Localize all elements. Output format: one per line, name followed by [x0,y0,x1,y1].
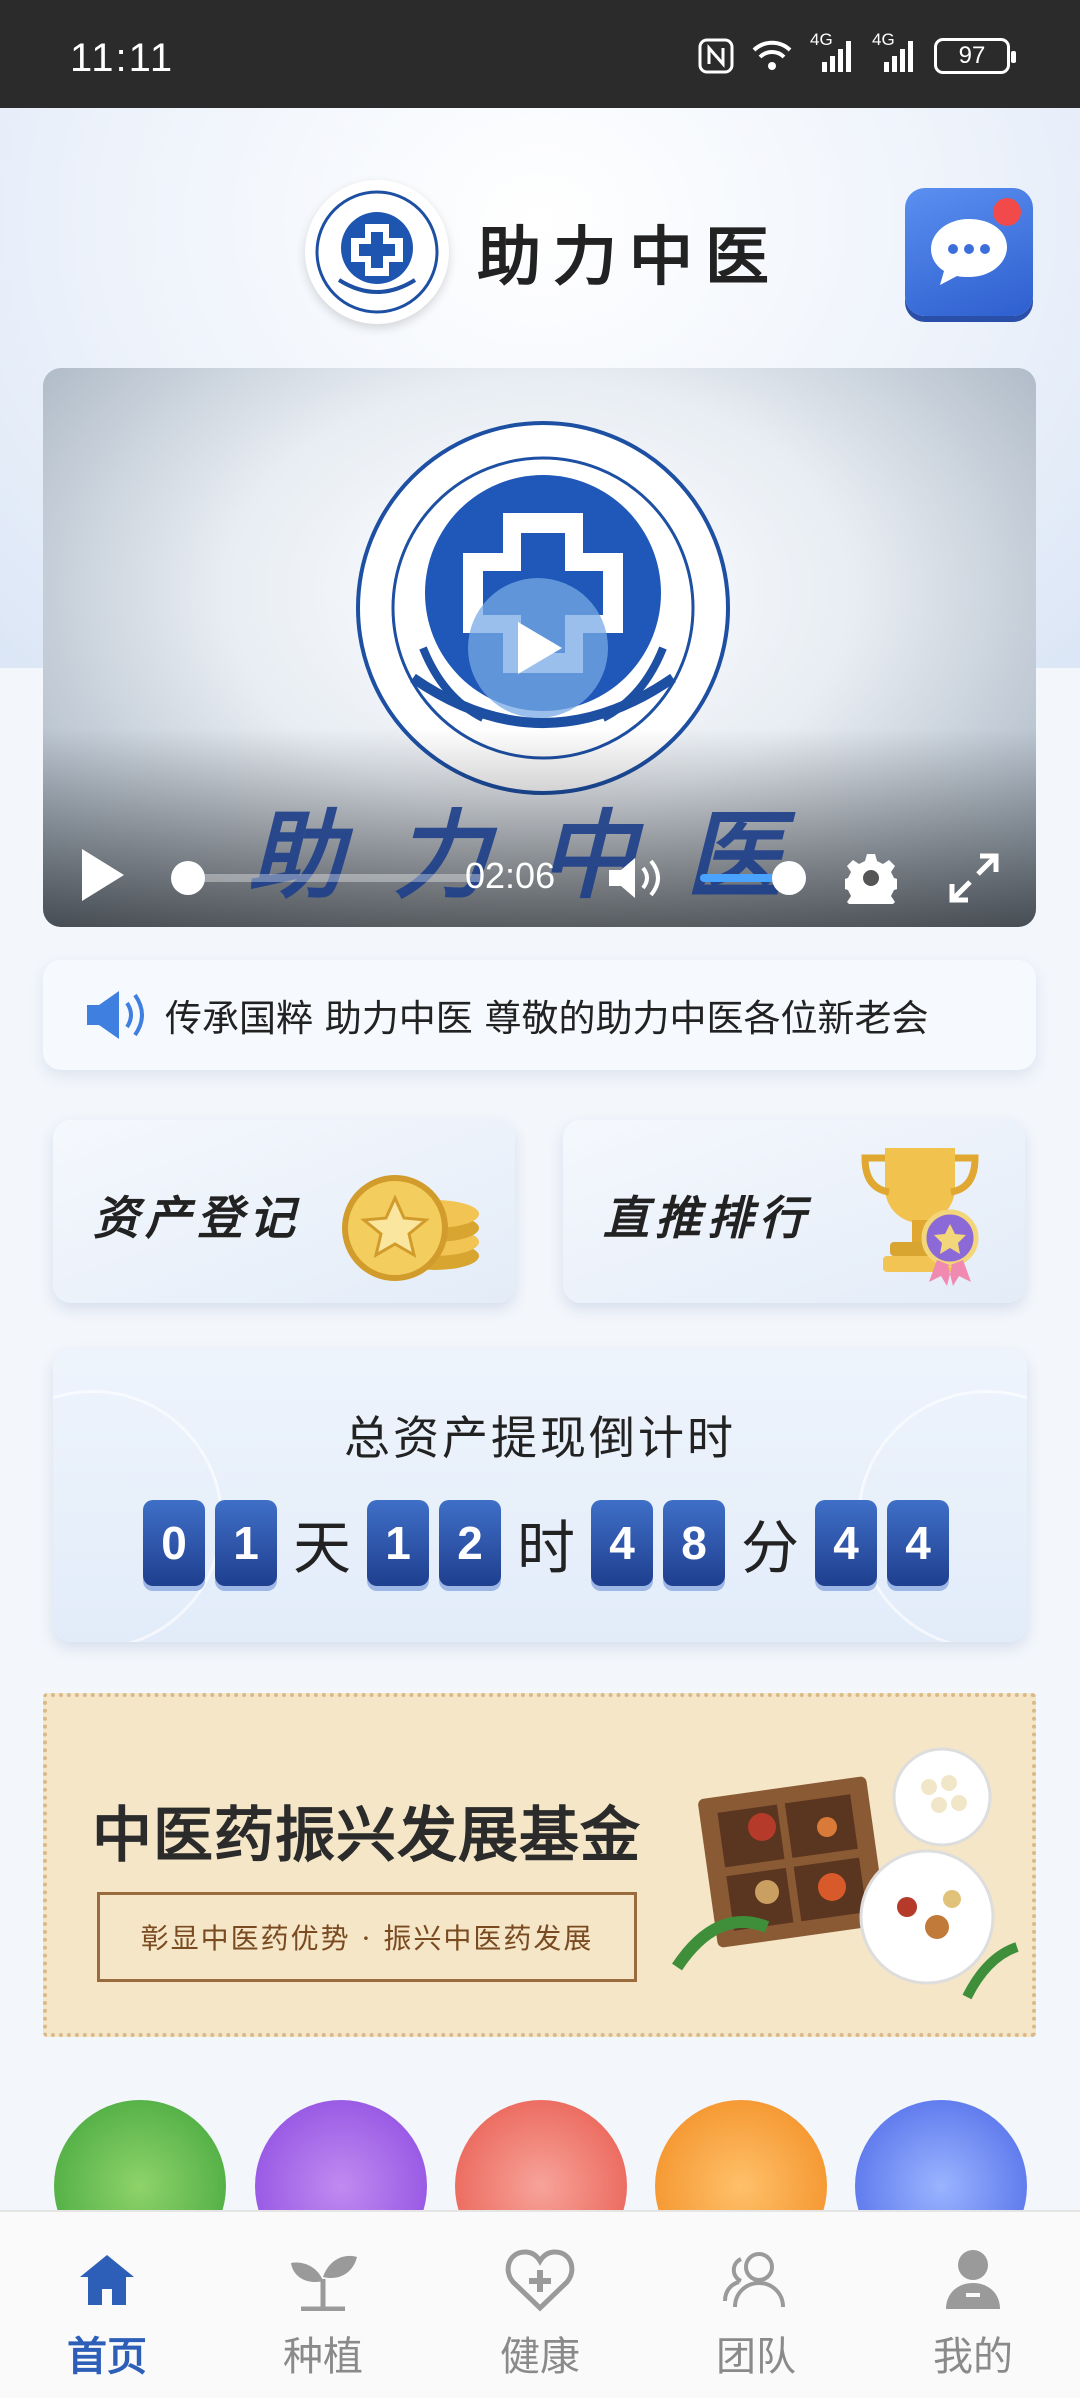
countdown-digit: 4 [815,1500,878,1586]
asset-registration-card[interactable]: 资产登记 [53,1120,515,1303]
play-overlay-button[interactable] [468,578,608,718]
fullscreen-button[interactable] [948,852,1000,908]
countdown-digits: 0 1 天 1 2 时 4 8 分 4 4 [143,1500,950,1586]
nav-label: 团队 [716,2334,796,2380]
card-label: 资产登记 [93,1191,301,1245]
signal-1: 4G [810,30,856,74]
message-button[interactable] [905,188,1033,316]
progress-bar[interactable] [171,861,483,895]
team-icon [723,2252,785,2308]
battery-indicator: 97 [934,38,1016,74]
status-bar: 11:11 4G 4G 97 [0,0,1080,108]
countdown-digit: 1 [215,1500,277,1586]
gear-icon [841,854,901,914]
countdown-digit: 1 [367,1500,430,1586]
herbal-medicine-illustration [672,1747,1019,2000]
logo [305,180,449,324]
countdown-digit: 4 [591,1500,654,1586]
user-icon [946,2250,1000,2309]
banner-subtitle: 彰显中医药优势 · 振兴中医药发展 [140,1922,594,1955]
chat-bubble-icon [931,219,1007,285]
countdown-digit: 8 [663,1500,726,1586]
nav-home[interactable]: 首页 [37,2242,177,2382]
play-icon [82,849,124,901]
video-player[interactable]: 助力中医 02:06 [43,368,1036,927]
video-time: 02:06 [465,855,556,896]
volume-button[interactable] [605,855,665,905]
nav-label: 我的 [933,2334,1013,2380]
countdown-digit: 4 [887,1500,950,1586]
speaker-icon [87,991,144,1039]
nav-planting[interactable]: 种植 [253,2242,393,2382]
status-time: 11:11 [70,36,175,80]
direct-referral-ranking-card[interactable]: 直推排行 [563,1120,1025,1303]
trophy-icon [861,1148,979,1286]
coins-icon [342,1175,479,1281]
countdown-unit: 时 [517,1514,576,1582]
nfc-icon [698,38,734,74]
nav-label: 种植 [283,2334,363,2380]
nav-team[interactable]: 团队 [686,2242,826,2382]
nav-label: 健康 [500,2334,580,2380]
card-label: 直推排行 [603,1191,811,1245]
volume-knob[interactable] [772,861,806,895]
nav-mine[interactable]: 我的 [903,2242,1043,2382]
progress-knob[interactable] [171,861,205,895]
countdown-unit: 分 [741,1514,800,1582]
app-title: 助力中医 [477,221,781,295]
announcement-text: 传承国粹 助力中医 尊敬的助力中医各位新老会 [165,997,929,1040]
announcement-bar[interactable]: 传承国粹 助力中医 尊敬的助力中医各位新老会 [43,960,1036,1070]
notification-dot [993,198,1021,226]
wifi-icon [752,40,792,70]
countdown-title: 总资产提现倒计时 [344,1411,736,1465]
countdown-digit: 0 [143,1500,205,1586]
play-button[interactable] [78,847,126,907]
banner-subtitle-box: 彰显中医药优势 · 振兴中医药发展 [97,1892,637,1982]
banner-title: 中医药振兴发展基金 [92,1801,641,1871]
video-controls: 02:06 [43,817,1036,927]
home-icon [80,2255,134,2305]
countdown-digit: 2 [439,1500,502,1586]
heart-plus-icon [505,2249,575,2312]
volume-slider[interactable] [700,861,806,895]
nav-label: 首页 [67,2334,147,2380]
status-icons: 4G 4G 97 [698,30,1016,74]
volume-icon [609,858,660,898]
fund-banner[interactable]: 中医药振兴发展基金 彰显中医药优势 · 振兴中医药发展 [43,1693,1036,2037]
sprout-icon [291,2255,357,2311]
play-icon [518,622,562,674]
fullscreen-icon [949,853,999,903]
nav-health[interactable]: 健康 [470,2242,610,2382]
brand: 助力中医 [305,180,781,324]
signal-2: 4G [872,30,918,74]
withdrawal-countdown: 总资产提现倒计时 0 1 天 1 2 时 4 8 分 4 4 [53,1350,1027,1642]
settings-button[interactable] [841,852,901,914]
countdown-unit: 天 [293,1514,352,1582]
bottom-navigation: 首页 种植 健康 团队 我的 [0,2210,1080,2398]
quick-access-row [0,2100,1080,2272]
